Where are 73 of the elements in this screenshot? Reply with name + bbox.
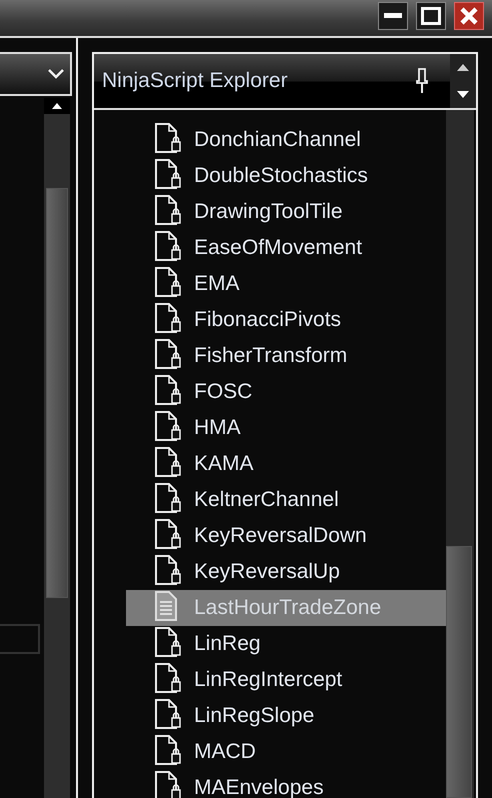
maximize-button[interactable] — [416, 2, 446, 30]
item-label: FOSC — [194, 380, 252, 404]
item-label: HMA — [194, 416, 241, 440]
minimize-button[interactable] — [378, 2, 408, 30]
tree-item[interactable]: LinRegIntercept — [126, 662, 446, 698]
tree-item[interactable]: FOSC — [126, 374, 446, 410]
item-label: DonchianChannel — [194, 128, 361, 152]
tree-item[interactable]: MACD — [126, 734, 446, 770]
locked-document-icon — [154, 734, 182, 764]
locked-document-icon — [154, 662, 182, 692]
close-button[interactable] — [454, 2, 484, 30]
locked-document-icon — [154, 338, 182, 368]
panel-title: NinjaScript Explorer — [101, 69, 289, 93]
tree-item[interactable]: FisherTransform — [126, 338, 446, 374]
item-label: DrawingToolTile — [194, 200, 343, 224]
tree-item[interactable]: KeyReversalUp — [126, 554, 446, 590]
locked-document-icon — [154, 446, 182, 476]
item-label: FibonacciPivots — [194, 308, 342, 332]
item-label: KeyReversalDown — [194, 524, 367, 548]
item-label: KeyReversalUp — [194, 560, 340, 584]
scroll-thumb[interactable] — [446, 546, 472, 798]
locked-document-icon — [154, 518, 182, 548]
tree-item[interactable]: FibonacciPivots — [126, 302, 446, 338]
item-label: DoubleStochastics — [194, 164, 368, 188]
item-label: LastHourTradeZone — [194, 596, 382, 620]
item-label: MACD — [194, 740, 256, 764]
scroll-thumb[interactable] — [46, 188, 68, 598]
item-label: FisherTransform — [194, 344, 348, 368]
dropdown[interactable] — [0, 52, 72, 96]
locked-document-icon — [154, 410, 182, 440]
locked-document-icon — [154, 266, 182, 296]
scroll-up-icon[interactable] — [457, 64, 469, 71]
input-field[interactable] — [0, 624, 40, 654]
locked-document-icon — [154, 626, 182, 656]
scrollbar[interactable] — [446, 110, 474, 798]
scroll-down-icon[interactable] — [457, 91, 469, 98]
tree-item[interactable]: LinReg — [126, 626, 446, 662]
locked-document-icon — [154, 158, 182, 188]
tree-item[interactable]: LinRegSlope — [126, 698, 446, 734]
tree-item[interactable]: KAMA — [126, 446, 446, 482]
item-label: LinRegIntercept — [194, 668, 342, 692]
item-label: EaseOfMovement — [194, 236, 362, 260]
locked-document-icon — [154, 482, 182, 512]
scroll-up-button[interactable] — [44, 98, 70, 114]
triangle-up-icon — [52, 103, 62, 109]
tree-item[interactable]: KeyReversalDown — [126, 518, 446, 554]
locked-document-icon — [154, 194, 182, 224]
item-label: LinReg — [194, 632, 261, 656]
locked-document-icon — [154, 374, 182, 404]
chevron-down-icon — [48, 69, 64, 79]
locked-document-icon — [154, 554, 182, 584]
tree-item[interactable]: HMA — [126, 410, 446, 446]
scrollbar[interactable] — [44, 98, 70, 798]
minimize-icon — [384, 13, 402, 19]
tree-item[interactable]: DrawingToolTile — [126, 194, 446, 230]
item-label: MAEnvelopes — [194, 776, 324, 798]
locked-document-icon — [154, 230, 182, 260]
tree-item[interactable]: EaseOfMovement — [126, 230, 446, 266]
item-label: EMA — [194, 272, 240, 296]
tree-item[interactable]: KeltnerChannel — [126, 482, 446, 518]
item-label: KAMA — [194, 452, 254, 476]
close-icon — [460, 7, 478, 25]
tree-item[interactable]: DonchianChannel — [126, 122, 446, 158]
maximize-icon — [421, 7, 441, 25]
item-label: KeltnerChannel — [194, 488, 339, 512]
item-label: LinRegSlope — [194, 704, 314, 728]
tree-item[interactable]: MAEnvelopes — [126, 770, 446, 798]
locked-document-icon — [154, 698, 182, 728]
pin-icon[interactable] — [416, 68, 428, 94]
tree-item[interactable]: DoubleStochastics — [126, 158, 446, 194]
locked-document-icon — [154, 122, 182, 152]
locked-document-icon — [154, 302, 182, 332]
tree-item[interactable]: EMA — [126, 266, 446, 302]
